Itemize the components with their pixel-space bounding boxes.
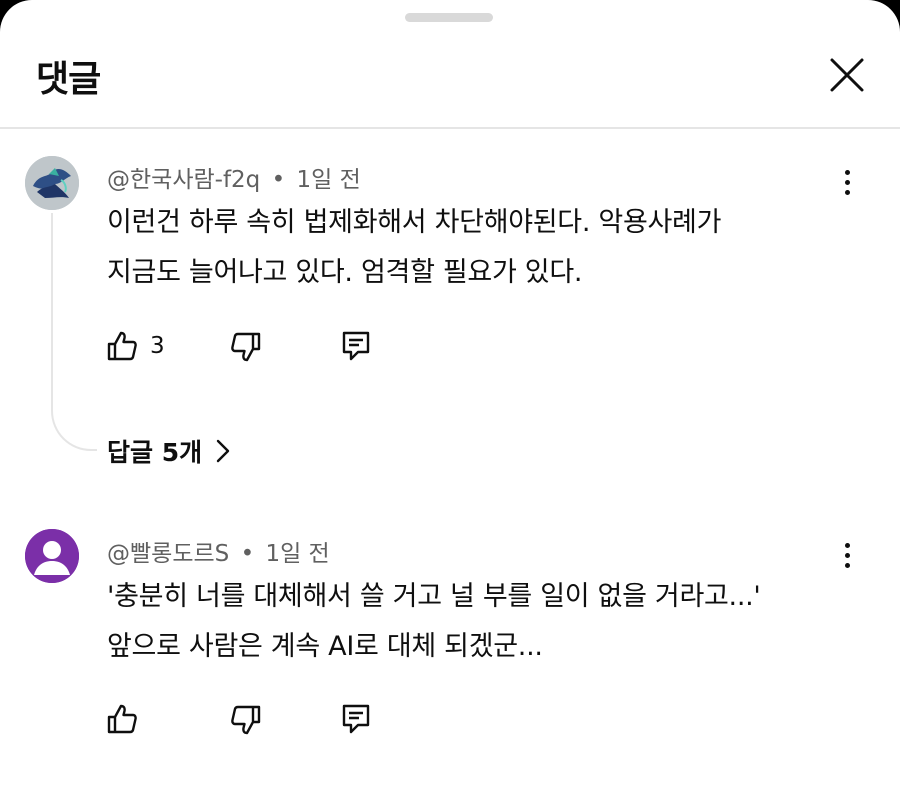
avatar[interactable] <box>25 529 79 583</box>
dislike-button[interactable] <box>230 331 262 363</box>
close-button[interactable] <box>822 50 872 100</box>
drag-handle[interactable] <box>405 13 493 22</box>
comment-text-line: '충분히 너를 대체해서 쓸 거고 널 부를 일이 없을 거라고...' <box>107 581 761 612</box>
replies-label: 답글 5개 <box>107 438 203 467</box>
comments-sheet: 댓글 @한국사람-f2q • 1일 전 이런건 하루 속히 법제화해서 차단해야… <box>0 0 900 790</box>
dislike-button[interactable] <box>230 704 262 736</box>
more-options-button[interactable] <box>830 160 864 204</box>
comment-author[interactable]: @빨롱도르S <box>107 541 229 567</box>
thumbs-down-icon <box>231 705 261 735</box>
more-options-button[interactable] <box>830 533 864 577</box>
comment-meta: @빨롱도르S • 1일 전 <box>107 534 330 568</box>
avatar-image <box>25 156 79 210</box>
close-icon <box>830 58 864 92</box>
like-button[interactable]: 3 <box>106 330 165 362</box>
comment-text-line: 앞으로 사람은 계속 AI로 대체 되겠군... <box>107 631 543 662</box>
comment-time: 1일 전 <box>296 167 361 193</box>
comment-time: 1일 전 <box>265 541 330 567</box>
reply-button[interactable] <box>341 330 371 362</box>
thumbs-down-icon <box>231 332 261 362</box>
comment-text-line: 지금도 늘어나고 있다. 엄격할 필요가 있다. <box>107 257 583 288</box>
meta-separator: • <box>240 541 255 567</box>
comment-meta: @한국사람-f2q • 1일 전 <box>107 160 361 194</box>
reply-thread-line <box>51 213 97 451</box>
comment-text: 이런건 하루 속히 법제화해서 차단해야된다. 악용사례가 지금도 늘어나고 있… <box>107 198 827 298</box>
thumbs-up-icon <box>107 704 137 734</box>
comment-text-line: 이런건 하루 속히 법제화해서 차단해야된다. 악용사례가 <box>107 207 722 238</box>
default-avatar-icon <box>25 529 79 583</box>
like-count: 3 <box>150 333 165 359</box>
like-button[interactable] <box>106 703 138 735</box>
meta-separator: • <box>271 167 286 193</box>
chevron-right-icon <box>216 439 230 463</box>
comment-author[interactable]: @한국사람-f2q <box>107 167 260 193</box>
header-divider <box>0 127 900 129</box>
avatar[interactable] <box>25 156 79 210</box>
comment-text: '충분히 너를 대체해서 쓸 거고 널 부를 일이 없을 거라고...' 앞으로… <box>107 572 827 672</box>
view-replies-button[interactable]: 답글 5개 <box>107 433 230 469</box>
more-vert-icon <box>844 542 850 548</box>
reply-icon <box>342 331 370 361</box>
thumbs-up-icon <box>107 331 137 361</box>
page-title: 댓글 <box>36 59 101 100</box>
reply-button[interactable] <box>341 703 371 735</box>
reply-icon <box>342 704 370 734</box>
more-vert-icon <box>844 169 850 175</box>
